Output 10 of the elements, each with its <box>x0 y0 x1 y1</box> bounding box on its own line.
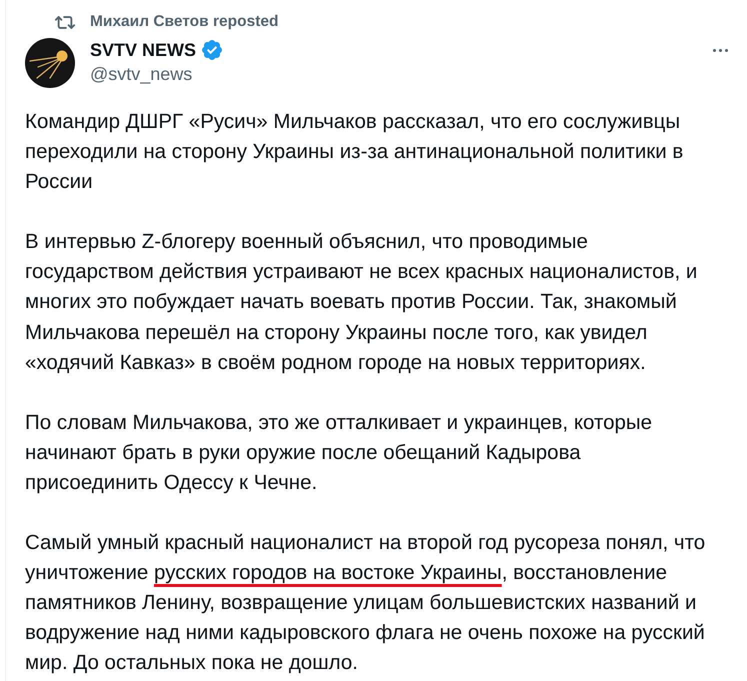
repost-label[interactable]: Михаил Светов reposted <box>90 13 278 31</box>
author-name[interactable]: SVTV NEWS <box>90 40 196 60</box>
satellite-avatar-icon[interactable] <box>25 38 75 88</box>
post-paragraph: По словам Мильчакова, это же отталкивает и украинцев, которые начинают брать в руки оружие после обещаний Кадырова присоединить Одессу к Чечне. <box>25 410 652 496</box>
post-paragraph: В интервью Z-блогеру военный объяснил, что проводимые государством действия устраивают не всех красных националистов, и многих это побуждает начать воевать против России. Так, знакомый Мильчакова перешёл на сторону Украины после того, как увидел «ходячий Кавказ» в своём родном городе на новых территориях. <box>25 229 698 376</box>
post-paragraph: Командир ДШРГ «Русич» Мильчаков рассказал, что его сослуживцы переходили на сторону Украины из-за антинациональной политики в России <box>25 109 684 196</box>
post-paragraph: Самый умный красный националист на второй год русореза понял, что уничтожение русских городов на востоке Украины, восстановление памятников Ленину, возвращение улицам большевистских названий и водружение над ними кадыровского флага не очень похоже на русский мир. До остальных пока не дошло. <box>25 530 706 676</box>
more-options-icon[interactable] <box>713 49 728 52</box>
repost-icon <box>55 16 75 28</box>
author-handle[interactable]: @svtv_news <box>90 62 192 86</box>
